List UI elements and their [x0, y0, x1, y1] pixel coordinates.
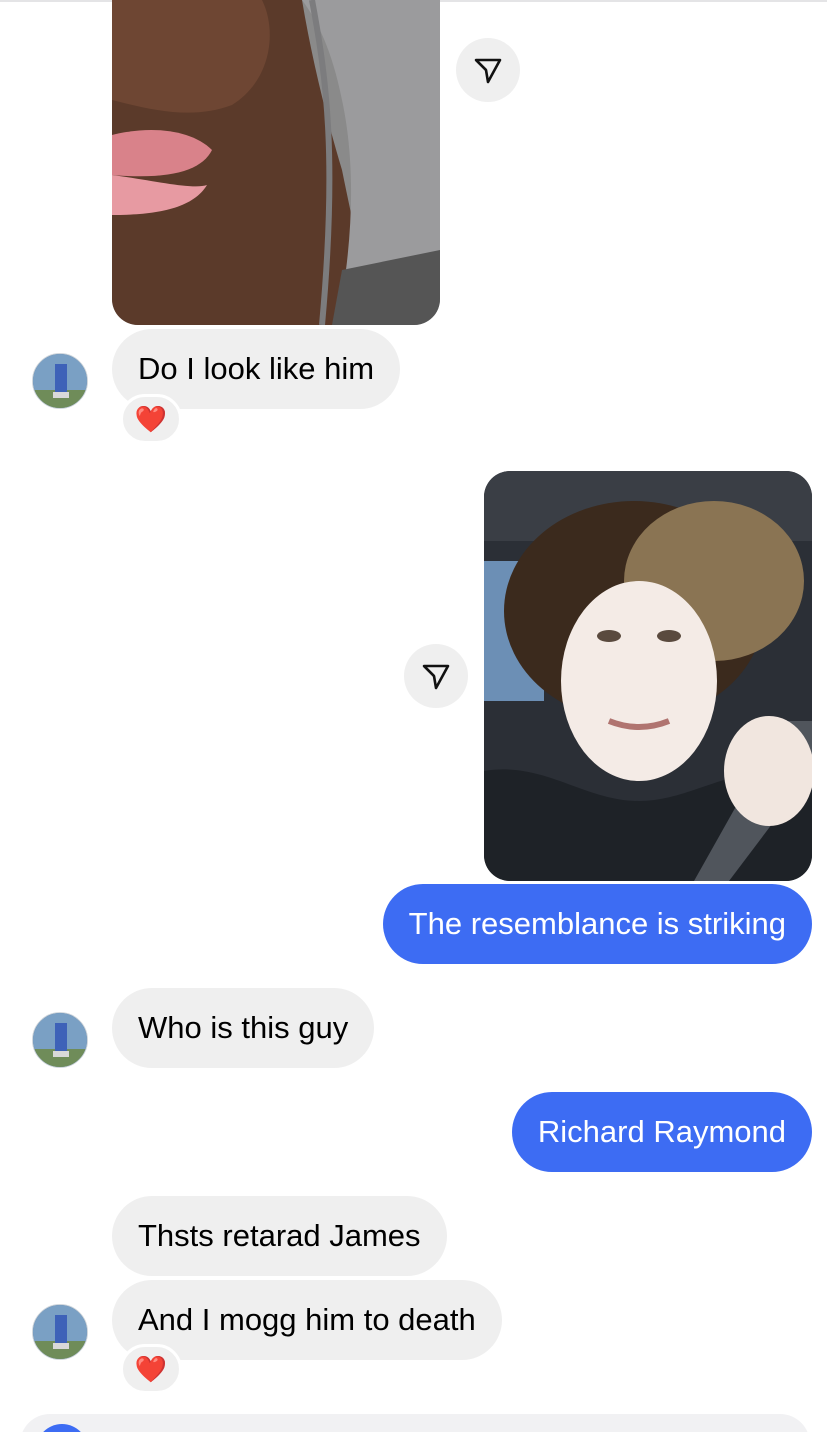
paper-plane-icon	[474, 58, 502, 84]
message-bubble-incoming[interactable]: Who is this guy	[112, 988, 375, 1068]
message-bubble-incoming[interactable]: Thsts retarad James	[112, 1196, 447, 1276]
message-bubble-outgoing[interactable]: Richard Raymond	[511, 1092, 812, 1172]
paper-plane-icon	[422, 664, 450, 690]
received-photo[interactable]	[112, 0, 440, 325]
share-button[interactable]	[456, 38, 520, 102]
contact-avatar[interactable]	[32, 1304, 88, 1360]
contact-avatar[interactable]	[32, 1012, 88, 1068]
sent-photo[interactable]	[484, 471, 812, 881]
heart-reaction[interactable]: ❤️	[120, 394, 182, 444]
message-bubble-outgoing[interactable]: The resemblance is striking	[382, 884, 812, 964]
share-button[interactable]	[404, 644, 468, 708]
message-composer[interactable]	[20, 1414, 810, 1432]
contact-avatar[interactable]	[32, 353, 88, 409]
chat-screen: Do I look like him ❤️ The resemblance is…	[0, 0, 827, 1432]
heart-reaction[interactable]: ❤️	[120, 1344, 182, 1394]
